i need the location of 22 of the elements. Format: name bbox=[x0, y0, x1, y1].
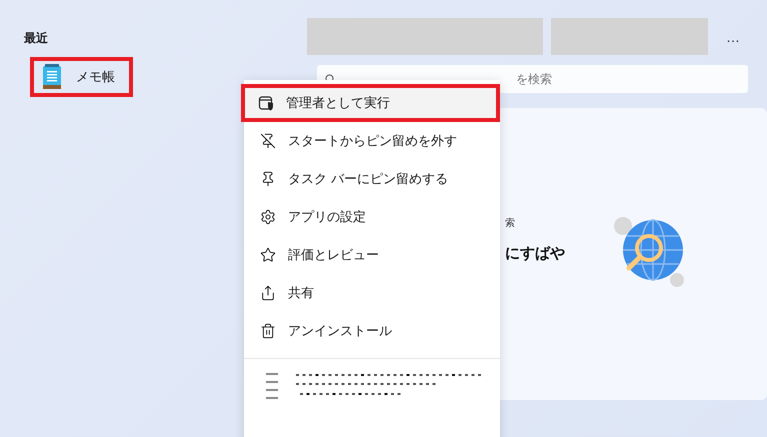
menu-item[interactable]: 共有 bbox=[244, 274, 500, 312]
shield-window-icon bbox=[258, 95, 274, 111]
menu-item[interactable]: 管理者として実行 bbox=[241, 84, 500, 122]
unpin-icon bbox=[260, 133, 276, 149]
settings-icon bbox=[260, 209, 276, 225]
menu-item[interactable]: タスク バーにピン留めする bbox=[244, 160, 500, 198]
notepad-icon bbox=[42, 64, 62, 90]
app-item[interactable]: メモ帳 bbox=[30, 57, 133, 97]
trash-icon bbox=[260, 323, 276, 339]
menu-item[interactable]: アンインストール bbox=[244, 312, 500, 350]
app-name: メモ帳 bbox=[76, 69, 115, 86]
section-heading: 最近 bbox=[24, 30, 49, 47]
star-icon bbox=[260, 247, 276, 263]
card-headline: にすばや bbox=[505, 244, 565, 262]
menu-item[interactable]: アプリの設定 bbox=[244, 198, 500, 236]
share-icon bbox=[260, 285, 276, 301]
more-button[interactable]: … bbox=[720, 28, 746, 44]
search-field[interactable]: を検索 bbox=[516, 72, 576, 86]
menu-item[interactable]: 評価とレビュー bbox=[244, 236, 500, 274]
card-caption: 索 bbox=[505, 216, 516, 230]
menu-item[interactable]: スタートからピン留めを外す bbox=[244, 122, 500, 160]
pin-icon bbox=[260, 171, 276, 187]
